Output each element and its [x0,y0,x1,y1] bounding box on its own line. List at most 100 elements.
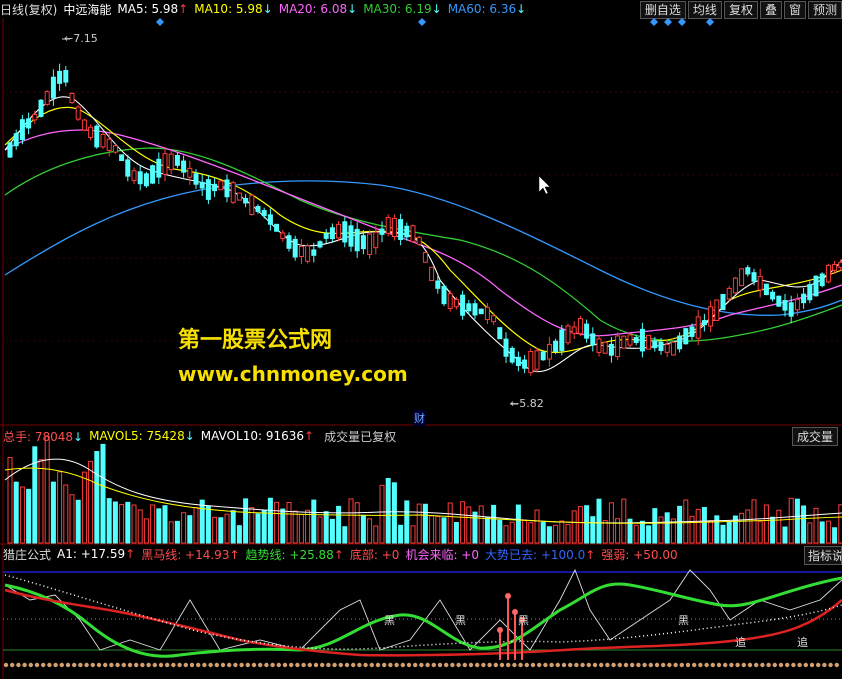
bottom-dot [357,662,362,668]
candle-body [528,351,534,374]
bottom-dot [196,662,201,668]
volume-bar [422,503,428,544]
volume-bar [38,459,44,544]
zhui-signal-label: 追 [797,636,808,649]
hei-signal-label: 黑 [384,614,395,627]
bottom-dot [382,662,387,668]
candle-body [627,334,633,346]
bottom-dot [282,662,288,668]
candle-body [212,183,218,192]
candle-body [776,295,782,307]
a1-arrow: ↑ [125,547,136,561]
bottom-dot [524,662,529,668]
candle-body [156,158,162,178]
candle-body [813,275,819,297]
financial-report-marker[interactable]: 财 [413,410,426,426]
trend-over-text: 大势已去: +100.0 [485,547,586,562]
volume-bar [106,498,112,544]
candle-body [112,145,118,153]
volume-bar [534,509,540,544]
candle-body [323,233,329,239]
bottom-dot [425,662,430,668]
candle-body [540,351,546,361]
trend-text: 趋势线: +25.88 [245,547,334,562]
candle-body [584,323,590,339]
candle-body [274,223,280,232]
a1-dotted-line [4,574,842,650]
volume-bar [708,520,714,544]
volume-bar [515,504,521,544]
volume-bar [174,520,180,544]
bottom-dot [493,662,498,668]
candle-body [354,228,360,252]
candle-body [466,303,472,312]
bottom-dot [450,662,455,668]
volume-bar [44,435,50,544]
candle-body [633,337,639,343]
volume-indicator-selector[interactable]: 成交量 [791,427,838,446]
volume-bar [181,512,187,544]
event-diamond-icon [664,18,672,26]
volume-bar [267,497,273,544]
candle-body [199,181,205,189]
bottom-dot [189,662,195,668]
bottom-dot [586,662,591,668]
bottom-dot [710,662,715,668]
candle-body [658,341,664,352]
bottom-dot [65,662,71,668]
candle-body [150,165,156,184]
volume-bar [81,471,87,544]
volume-bar [639,520,645,544]
bottom-dot [630,662,635,668]
candle-body [751,272,757,282]
candle-body [329,227,335,240]
candle-body [267,214,273,225]
total-volume-text: 总手: 78048 [3,429,74,444]
bottom-dot [605,662,610,668]
volume-bar [726,521,732,544]
candle-body [757,275,763,291]
bottom-dot [344,662,350,668]
total-volume-arrow: ↓ [73,429,84,444]
bottom-dot [78,662,83,668]
candle-body [137,171,143,185]
event-diamond-icon [678,18,686,26]
bottom-dot [462,662,467,668]
volume-bars [7,435,842,544]
bottom-dot [555,662,560,668]
low-price-value: 5.82 [519,397,544,410]
total-volume: 总手: 78048↓ [3,428,83,445]
bottom-dot [289,662,294,668]
candle-body [243,198,249,204]
volume-bar [714,515,720,544]
chart-canvas[interactable] [0,0,842,679]
volume-bar [137,509,143,544]
volume-bar [342,526,348,544]
volume-bar [695,508,701,544]
volume-bar [652,508,658,544]
bottom-dot [233,662,238,668]
volume-bar [274,501,280,544]
a1-text: A1: +17.59 [57,547,126,561]
bottom-dot [96,662,102,668]
indicator-name: 猎庄公式 [3,547,52,562]
volume-bar [528,522,534,544]
volume-bar [373,525,379,544]
arrow-left-icon: ← [510,397,520,410]
candle-body [19,119,25,141]
volume-bar [491,504,497,544]
bottom-dot [375,662,381,668]
candle-body [726,287,732,300]
candle-body [621,335,627,349]
candle-body [63,70,69,83]
indicator-help-button[interactable]: 指标说 [804,546,842,565]
event-diamond-icon [706,18,714,26]
bottom-dot [165,662,170,668]
bottom-dot [264,662,269,668]
candle-body [435,280,441,289]
volume-bar [94,451,100,544]
high-price-value: 7.15 [73,32,98,45]
low-price-label: ←5.82 [510,397,544,410]
candle-body [416,236,422,245]
candle-body [230,182,236,203]
